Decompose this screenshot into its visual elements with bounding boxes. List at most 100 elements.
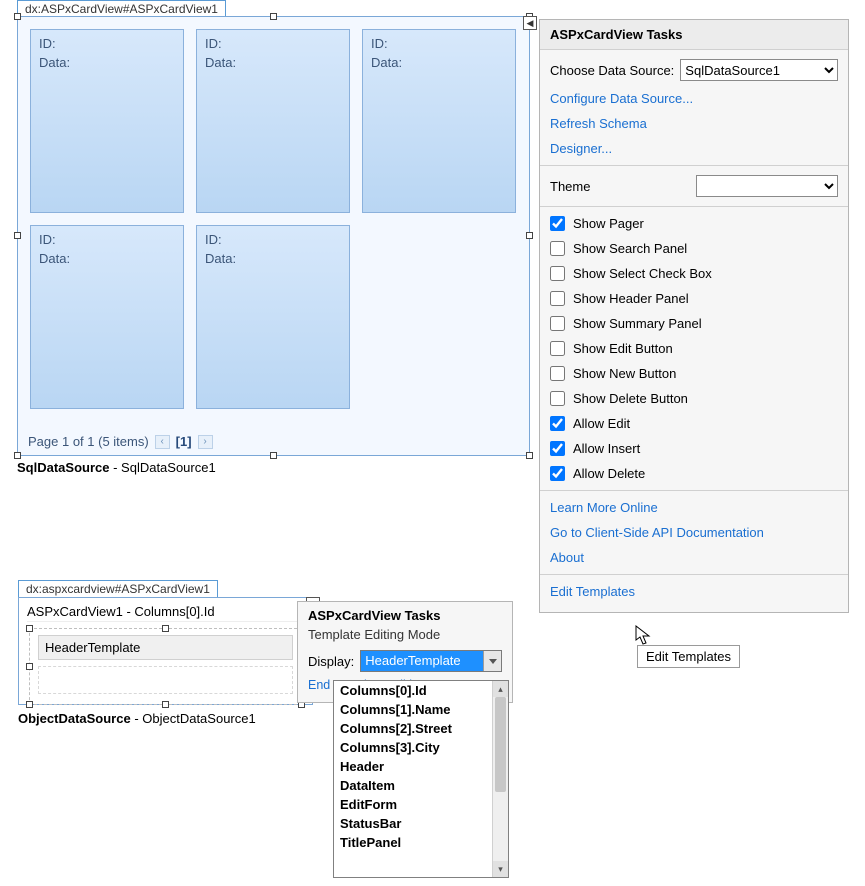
task-checkbox-label: Allow Insert: [573, 441, 640, 456]
card-id-label: ID:: [39, 36, 175, 51]
task-checkbox-label: Allow Delete: [573, 466, 645, 481]
data-source-name: - SqlDataSource1: [109, 460, 215, 475]
task-checkbox[interactable]: [550, 341, 565, 356]
about-link[interactable]: About: [550, 545, 838, 570]
designer-tag-tab[interactable]: dx:ASPxCardView#ASPxCardView1: [17, 0, 226, 17]
smart-tag-arrow-icon[interactable]: ◀: [523, 16, 537, 30]
task-checkbox-label: Show Pager: [573, 216, 644, 231]
resize-handle[interactable]: [14, 232, 21, 239]
card-preview: ID: Data:: [196, 29, 350, 213]
dropdown-item[interactable]: DataItem: [334, 776, 492, 795]
resize-handle[interactable]: [270, 13, 277, 20]
task-checkbox-label: Show Header Panel: [573, 291, 689, 306]
task-checkbox-label: Allow Edit: [573, 416, 630, 431]
resize-handle[interactable]: [14, 13, 21, 20]
task-checkbox[interactable]: [550, 316, 565, 331]
task-checkbox-row[interactable]: Allow Delete: [550, 461, 838, 486]
tasks-panel-title: ASPxCardView Tasks: [308, 608, 502, 623]
pager-prev-button[interactable]: ‹: [155, 435, 170, 449]
display-template-dropdown[interactable]: Columns[0].IdColumns[1].NameColumns[2].S…: [333, 680, 509, 878]
designer-link[interactable]: Designer...: [550, 136, 838, 161]
task-checkbox[interactable]: [550, 391, 565, 406]
card-preview: ID: Data:: [30, 225, 184, 409]
task-checkbox-label: Show New Button: [573, 366, 676, 381]
display-label: Display:: [308, 654, 354, 669]
resize-handle[interactable]: [162, 701, 169, 708]
chevron-down-icon[interactable]: [483, 651, 501, 671]
template-edit-area[interactable]: [38, 666, 293, 694]
dropdown-item[interactable]: TitlePanel: [334, 833, 492, 852]
theme-select[interactable]: [696, 175, 838, 197]
data-source-name: - ObjectDataSource1: [131, 711, 256, 726]
task-checkbox[interactable]: [550, 366, 565, 381]
resize-handle[interactable]: [26, 663, 33, 670]
resize-handle[interactable]: [14, 452, 21, 459]
scroll-up-icon[interactable]: ▴: [493, 681, 508, 697]
cardview-tasks-panel: ASPxCardView Tasks Choose Data Source: S…: [539, 19, 849, 613]
dropdown-item[interactable]: EditForm: [334, 795, 492, 814]
task-checkbox-label: Show Search Panel: [573, 241, 687, 256]
task-checkbox-row[interactable]: Show Edit Button: [550, 336, 838, 361]
task-checkbox-row[interactable]: Show Search Panel: [550, 236, 838, 261]
choose-data-source-label: Choose Data Source:: [550, 63, 674, 78]
dropdown-item[interactable]: Columns[3].City: [334, 738, 492, 757]
display-template-select[interactable]: HeaderTemplate: [360, 650, 502, 672]
template-designer-surface[interactable]: ◀ ASPxCardView1 - Columns[0].Id HeaderTe…: [18, 597, 313, 705]
data-source-label: ObjectDataSource - ObjectDataSource1: [18, 711, 313, 726]
cursor-icon: [635, 625, 653, 647]
data-source-type: ObjectDataSource: [18, 711, 131, 726]
dropdown-item[interactable]: Columns[0].Id: [334, 681, 492, 700]
header-template-label: HeaderTemplate: [38, 635, 293, 660]
task-checkbox-row[interactable]: Allow Insert: [550, 436, 838, 461]
resize-handle[interactable]: [26, 625, 33, 632]
choose-data-source-select[interactable]: SqlDataSource1: [680, 59, 838, 81]
pager-text: Page 1 of 1 (5 items): [28, 434, 149, 449]
task-checkbox[interactable]: [550, 466, 565, 481]
card-id-label: ID:: [371, 36, 507, 51]
resize-handle[interactable]: [162, 625, 169, 632]
task-checkbox-row[interactable]: Show New Button: [550, 361, 838, 386]
task-checkbox[interactable]: [550, 266, 565, 281]
scrollbar[interactable]: ▴ ▾: [492, 681, 508, 877]
configure-data-source-link[interactable]: Configure Data Source...: [550, 86, 838, 111]
theme-label: Theme: [550, 179, 690, 194]
card-preview: ID: Data:: [196, 225, 350, 409]
learn-more-online-link[interactable]: Learn More Online: [550, 495, 838, 520]
dropdown-item[interactable]: Columns[1].Name: [334, 700, 492, 719]
task-checkbox-label: Show Delete Button: [573, 391, 688, 406]
task-checkbox-row[interactable]: Show Delete Button: [550, 386, 838, 411]
task-checkbox[interactable]: [550, 216, 565, 231]
resize-handle[interactable]: [526, 232, 533, 239]
designer-tag-tab[interactable]: dx:aspxcardview#ASPxCardView1: [18, 580, 218, 597]
display-template-value: HeaderTemplate: [365, 653, 460, 668]
scroll-down-icon[interactable]: ▾: [493, 861, 508, 877]
scroll-thumb[interactable]: [495, 697, 506, 792]
data-source-label: SqlDataSource - SqlDataSource1: [17, 460, 537, 475]
task-checkbox-row[interactable]: Show Select Check Box: [550, 261, 838, 286]
task-checkbox-label: Show Edit Button: [573, 341, 673, 356]
cardview-designer-surface[interactable]: ◀ ID: Data: ID: Data: ID: Data: ID: Data…: [17, 16, 530, 456]
template-breadcrumb: ASPxCardView1 - Columns[0].Id: [27, 604, 304, 622]
task-checkbox-row[interactable]: Show Summary Panel: [550, 311, 838, 336]
task-checkbox-row[interactable]: Allow Edit: [550, 411, 838, 436]
dropdown-item[interactable]: StatusBar: [334, 814, 492, 833]
task-checkbox[interactable]: [550, 416, 565, 431]
resize-handle[interactable]: [526, 452, 533, 459]
card-data-label: Data:: [205, 251, 341, 266]
dropdown-item[interactable]: Columns[2].Street: [334, 719, 492, 738]
task-checkbox-row[interactable]: Show Header Panel: [550, 286, 838, 311]
refresh-schema-link[interactable]: Refresh Schema: [550, 111, 838, 136]
resize-handle[interactable]: [270, 452, 277, 459]
dropdown-item[interactable]: Header: [334, 757, 492, 776]
tasks-panel-title: ASPxCardView Tasks: [540, 20, 848, 50]
task-checkbox-row[interactable]: Show Pager: [550, 211, 838, 236]
edit-templates-link[interactable]: Edit Templates: [550, 579, 838, 604]
pager-next-button[interactable]: ›: [198, 435, 213, 449]
task-checkbox[interactable]: [550, 291, 565, 306]
card-data-label: Data:: [39, 251, 175, 266]
task-checkbox[interactable]: [550, 241, 565, 256]
resize-handle[interactable]: [26, 701, 33, 708]
task-checkbox[interactable]: [550, 441, 565, 456]
client-side-api-link[interactable]: Go to Client-Side API Documentation: [550, 520, 838, 545]
task-checkbox-label: Show Summary Panel: [573, 316, 702, 331]
